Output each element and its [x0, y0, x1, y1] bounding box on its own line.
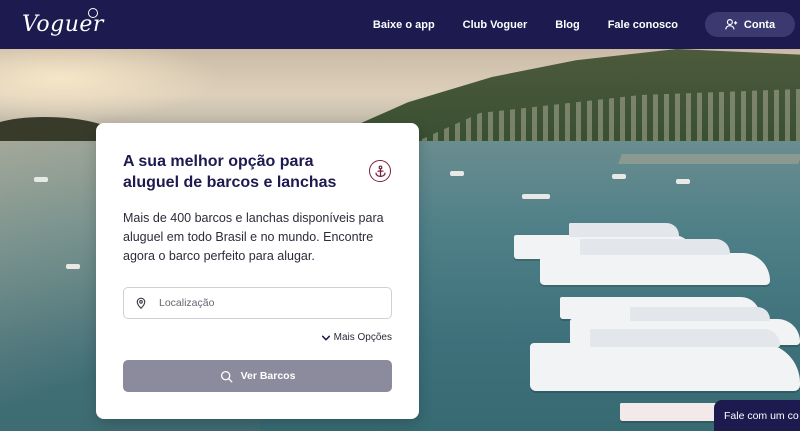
account-button[interactable]: Conta — [705, 12, 795, 37]
small-boat — [522, 194, 550, 199]
chevron-down-icon — [321, 335, 330, 340]
voguer-logo[interactable]: Voguer — [22, 8, 103, 42]
view-boats-button[interactable]: Ver Barcos — [123, 360, 392, 392]
anchor-icon — [369, 160, 391, 182]
yacht — [540, 239, 770, 285]
background-pier — [618, 154, 800, 164]
nav-link-club-voguer[interactable]: Club Voguer — [449, 19, 542, 31]
small-boat — [34, 177, 48, 182]
yacht-deck — [590, 329, 780, 347]
yacht-deck — [569, 223, 679, 237]
yacht — [530, 329, 800, 391]
more-options-label: Mais Opções — [333, 332, 392, 343]
yacht-deck — [580, 239, 730, 255]
chat-label: Fale com um co — [724, 409, 799, 422]
account-label: Conta — [743, 18, 776, 31]
more-options-toggle[interactable]: Mais Opções — [321, 332, 392, 343]
top-navbar: Voguer Baixe o app Club Voguer Blog Fale… — [0, 0, 800, 49]
main-nav: Baixe o app Club Voguer Blog Fale conosc… — [359, 0, 692, 49]
yacht-deck — [630, 307, 770, 321]
search-icon — [220, 370, 232, 382]
map-pin-icon — [136, 297, 146, 309]
nav-link-download-app[interactable]: Baixe o app — [359, 19, 449, 31]
small-boat — [66, 264, 80, 269]
location-input[interactable] — [159, 297, 379, 309]
user-icon — [725, 19, 738, 30]
registered-mark-icon — [88, 8, 98, 18]
nav-link-contact[interactable]: Fale conosco — [594, 19, 692, 31]
small-boat — [676, 179, 690, 184]
card-description: Mais de 400 barcos e lanchas disponíveis… — [123, 211, 384, 263]
small-boat — [612, 174, 626, 179]
chat-widget[interactable]: Fale com um co — [714, 400, 800, 431]
card-title: A sua melhor opção para aluguel de barco… — [123, 153, 337, 191]
view-boats-label: Ver Barcos — [240, 370, 296, 382]
location-field[interactable] — [123, 287, 392, 319]
search-card: A sua melhor opção para aluguel de barco… — [96, 123, 419, 419]
small-boat — [450, 171, 464, 176]
nav-link-blog[interactable]: Blog — [541, 19, 593, 31]
